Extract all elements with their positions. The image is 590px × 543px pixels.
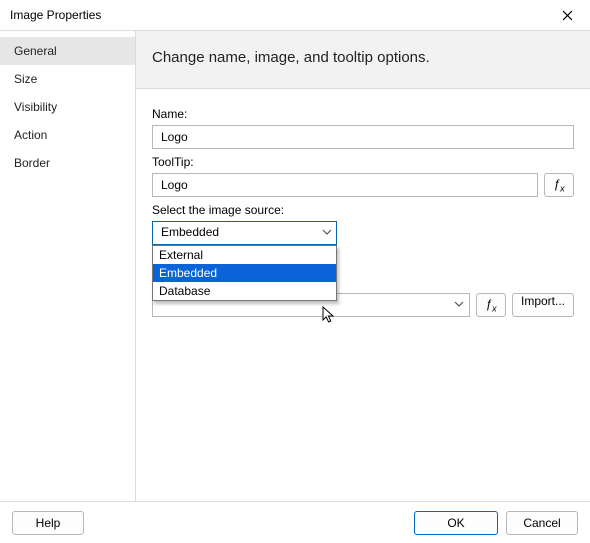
fx-icon: ƒx: [553, 177, 564, 193]
sidebar-item-label: Size: [14, 72, 37, 86]
ok-button[interactable]: OK: [414, 511, 498, 535]
sidebar-item-general[interactable]: General: [0, 37, 135, 65]
tooltip-expression-button[interactable]: ƒx: [544, 173, 574, 197]
sidebar-item-border[interactable]: Border: [0, 149, 135, 177]
form-area: Name: Logo ToolTip: Logo ƒx Select the i…: [136, 89, 590, 329]
dropdown-option-label: Embedded: [159, 266, 217, 280]
close-icon: [562, 10, 573, 21]
dropdown-option-label: Database: [159, 284, 210, 298]
name-label: Name:: [152, 107, 574, 121]
sidebar-item-action[interactable]: Action: [0, 121, 135, 149]
window-title: Image Properties: [10, 8, 101, 22]
dropdown-option-external[interactable]: External: [153, 246, 336, 264]
tooltip-input[interactable]: Logo: [152, 173, 538, 197]
tooltip-label: ToolTip:: [152, 155, 574, 169]
name-input-value: Logo: [161, 130, 188, 144]
chevron-down-icon: [454, 298, 464, 312]
sidebar-item-label: Visibility: [14, 100, 57, 114]
title-bar: Image Properties: [0, 0, 590, 30]
close-button[interactable]: [552, 0, 582, 30]
name-input[interactable]: Logo: [152, 125, 574, 149]
dropdown-option-label: External: [159, 248, 203, 262]
footer: Help OK Cancel: [0, 501, 590, 543]
help-button[interactable]: Help: [12, 511, 84, 535]
dropdown-option-embedded[interactable]: Embedded: [153, 264, 336, 282]
fx-icon: ƒx: [485, 297, 496, 313]
sidebar-item-label: General: [14, 44, 57, 58]
image-source-dropdown[interactable]: External Embedded Database: [152, 245, 337, 301]
main-header: Change name, image, and tooltip options.: [136, 31, 590, 89]
image-value-expression-button[interactable]: ƒx: [476, 293, 506, 317]
sidebar-item-size[interactable]: Size: [0, 65, 135, 93]
import-button-label: Import...: [521, 294, 565, 308]
page-heading: Change name, image, and tooltip options.: [152, 49, 574, 66]
cancel-button-label: Cancel: [523, 516, 560, 530]
image-source-value: Embedded: [161, 225, 219, 239]
cancel-button[interactable]: Cancel: [506, 511, 578, 535]
sidebar: General Size Visibility Action Border: [0, 31, 136, 501]
tooltip-input-value: Logo: [161, 178, 188, 192]
image-source-select[interactable]: Embedded: [152, 221, 337, 245]
sidebar-item-visibility[interactable]: Visibility: [0, 93, 135, 121]
import-button[interactable]: Import...: [512, 293, 574, 317]
content-area: General Size Visibility Action Border Ch…: [0, 31, 590, 501]
sidebar-item-label: Action: [14, 128, 47, 142]
dropdown-option-database[interactable]: Database: [153, 282, 336, 300]
sidebar-item-label: Border: [14, 156, 50, 170]
chevron-down-icon: [322, 226, 332, 240]
help-button-label: Help: [36, 516, 61, 530]
source-label: Select the image source:: [152, 203, 574, 217]
main-panel: Change name, image, and tooltip options.…: [136, 31, 590, 501]
ok-button-label: OK: [447, 516, 464, 530]
